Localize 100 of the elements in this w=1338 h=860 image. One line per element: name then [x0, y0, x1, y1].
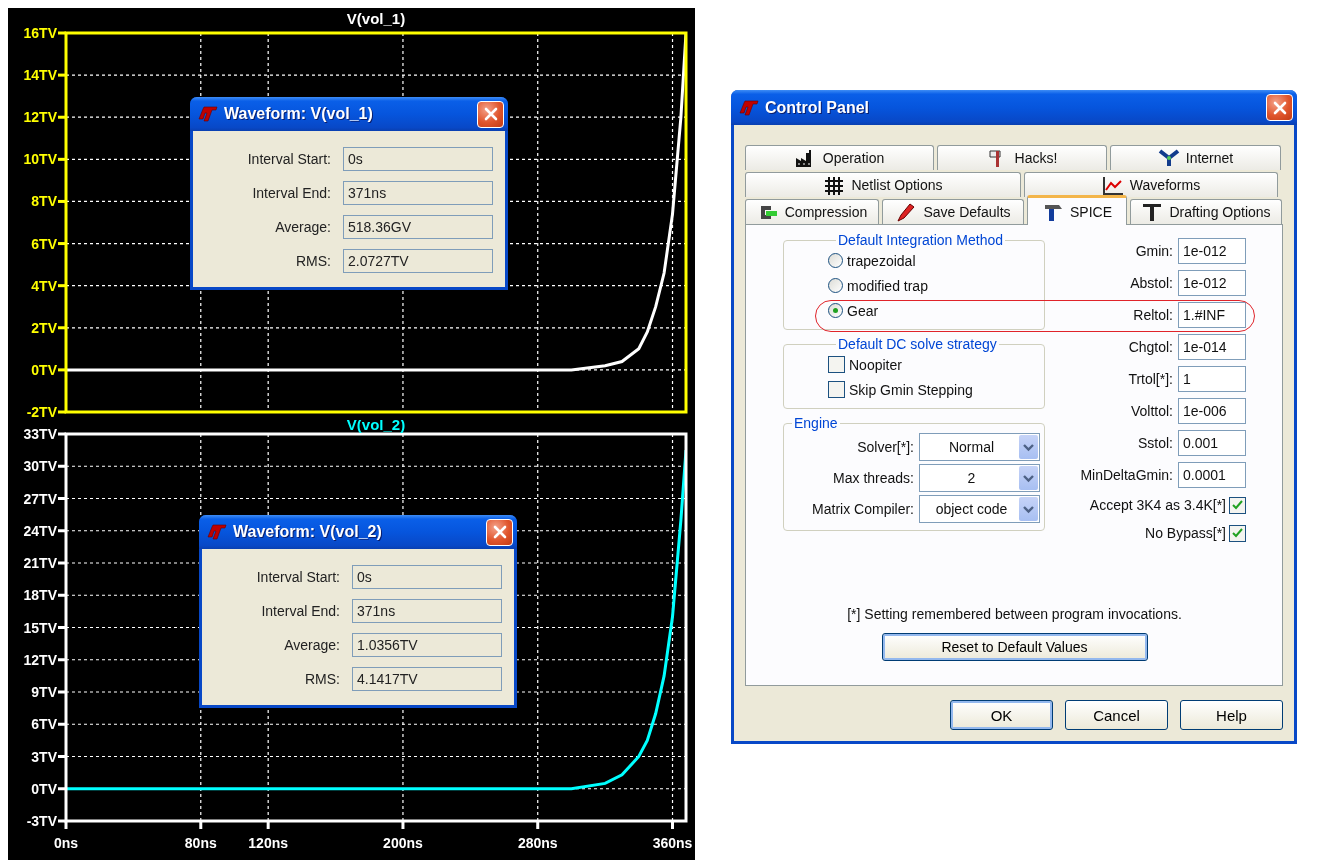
axis-label: 8TV — [31, 193, 57, 210]
axis-label: 24TV — [23, 522, 57, 539]
readout-field: 518.36GV — [343, 215, 493, 239]
group-title: Engine — [793, 415, 839, 431]
option-label: trapezoidal — [847, 252, 916, 269]
text-field[interactable]: 0.0001 — [1178, 462, 1246, 488]
axis-label: 80ns — [184, 835, 217, 851]
option-label: Gear — [847, 302, 879, 319]
axis-label: 12TV — [23, 651, 57, 668]
axis-label: 18TV — [23, 587, 57, 604]
chevron-down-icon — [1019, 434, 1038, 459]
option-label: modified trap — [847, 277, 928, 294]
axis-label: 33TV — [23, 426, 57, 442]
text-field[interactable]: 1e-012 — [1178, 238, 1246, 264]
axis-label: 280ns — [517, 835, 558, 851]
window-title: Waveform: V(vol_2) — [233, 523, 383, 541]
field-label: Interval End: — [251, 185, 331, 201]
readout-field: 0s — [352, 565, 502, 589]
tab[interactable]: Waveforms — [1024, 172, 1278, 197]
dropdown[interactable]: object code — [919, 494, 1040, 523]
help-button[interactable]: Help — [1180, 700, 1283, 730]
grid-icon — [823, 175, 846, 195]
close-button[interactable] — [486, 518, 513, 546]
tab[interactable]: Operation — [745, 145, 934, 170]
reset-button[interactable]: Reset to Default Values — [881, 633, 1148, 661]
radio-button[interactable] — [828, 278, 843, 293]
readout-field: 4.1417TV — [352, 667, 502, 691]
axis-label: 0ns — [53, 835, 79, 851]
axis-label: 6TV — [31, 235, 57, 252]
text-field[interactable]: 0.001 — [1178, 430, 1246, 456]
text-field[interactable]: 1e-014 — [1178, 334, 1246, 360]
window-title: Control Panel — [765, 98, 870, 117]
tab[interactable]: SPICE — [1027, 195, 1127, 225]
checkbox[interactable] — [828, 356, 845, 373]
axis-label: 6TV — [31, 716, 57, 733]
field-label: Reltol: — [1133, 307, 1173, 323]
axis-label: 360ns — [652, 835, 693, 851]
axis-label: 21TV — [23, 555, 57, 571]
text-field[interactable]: 1e-006 — [1178, 398, 1246, 424]
dropdown[interactable]: 2 — [919, 463, 1040, 492]
readout-field: 0s — [343, 147, 493, 171]
option-label: Accept 3K4 as 3.4K[*] — [1089, 497, 1226, 513]
axis-label: 0TV — [31, 780, 57, 797]
close-icon — [483, 107, 498, 121]
tab[interactable]: Save Defaults — [882, 199, 1024, 224]
field-label: Matrix Compiler: — [812, 500, 914, 517]
field-label: Gmin: — [1135, 243, 1173, 259]
readout-field: 1.0356TV — [352, 633, 502, 657]
ok-button[interactable]: OK — [950, 700, 1053, 730]
axis-label: 10TV — [23, 151, 57, 168]
option-label: No Bypass[*] — [1145, 525, 1226, 541]
axis-label: 4TV — [31, 277, 57, 294]
note-text: [*] Setting remembered between program invocations. — [846, 606, 1183, 622]
checkbox[interactable] — [828, 381, 845, 398]
field-label: Interval Start: — [246, 151, 331, 167]
field-label: Volttol: — [1130, 403, 1173, 419]
dropdown[interactable]: Normal — [919, 432, 1040, 461]
axis-label: 3TV — [31, 748, 57, 765]
chevron-down-icon — [1019, 465, 1038, 490]
tab[interactable]: Hacks! — [937, 145, 1107, 170]
axis-label: -2TV — [26, 404, 57, 420]
field-label: RMS: — [304, 671, 340, 687]
field-label: Interval End: — [260, 603, 340, 619]
group-title: Default DC solve strategy — [837, 336, 998, 352]
field-label: Interval Start: — [255, 569, 340, 585]
tab[interactable]: Compression — [745, 199, 879, 224]
axis-label: 30TV — [23, 458, 57, 475]
field-label: Max threads: — [833, 469, 914, 486]
tab[interactable]: Drafting Options — [1130, 199, 1282, 224]
field-label: MinDeltaGmin: — [1080, 467, 1173, 483]
axis-label: 27TV — [23, 490, 57, 507]
field-label: Average: — [283, 637, 340, 653]
close-button[interactable] — [477, 100, 504, 128]
axis-label: 120ns — [248, 835, 289, 851]
field-label: Abstol: — [1130, 275, 1173, 291]
close-button[interactable] — [1266, 94, 1293, 121]
radio-button[interactable] — [828, 303, 843, 318]
close-icon — [492, 525, 507, 539]
text-field[interactable]: 1e-012 — [1178, 270, 1246, 296]
checkbox[interactable] — [1229, 524, 1246, 542]
axis-label: -3TV — [26, 813, 57, 829]
axis-label: 200ns — [383, 835, 423, 851]
field-label: Average: — [274, 219, 331, 235]
checkbox[interactable] — [1229, 496, 1246, 514]
group-title: Default Integration Method — [837, 232, 1004, 248]
radio-button[interactable] — [828, 253, 843, 268]
logo-icon — [739, 99, 759, 116]
plot-title: V(vol_1) — [346, 10, 406, 27]
text-field[interactable]: 1 — [1178, 366, 1246, 392]
window-title: Waveform: V(vol_1) — [224, 105, 374, 123]
text-field[interactable]: 1.#INF — [1178, 302, 1246, 328]
field-label: Sstol: — [1138, 435, 1173, 451]
readout-field: 2.0727TV — [343, 249, 493, 273]
option-label: Skip Gmin Stepping — [849, 381, 973, 398]
field-label: Chgtol: — [1128, 339, 1173, 355]
field-label: Solver[*]: — [857, 438, 914, 455]
cancel-button[interactable]: Cancel — [1065, 700, 1168, 730]
graph-icon — [1101, 175, 1124, 195]
tab[interactable]: Internet — [1110, 145, 1281, 170]
tab[interactable]: Netlist Options — [745, 172, 1021, 197]
